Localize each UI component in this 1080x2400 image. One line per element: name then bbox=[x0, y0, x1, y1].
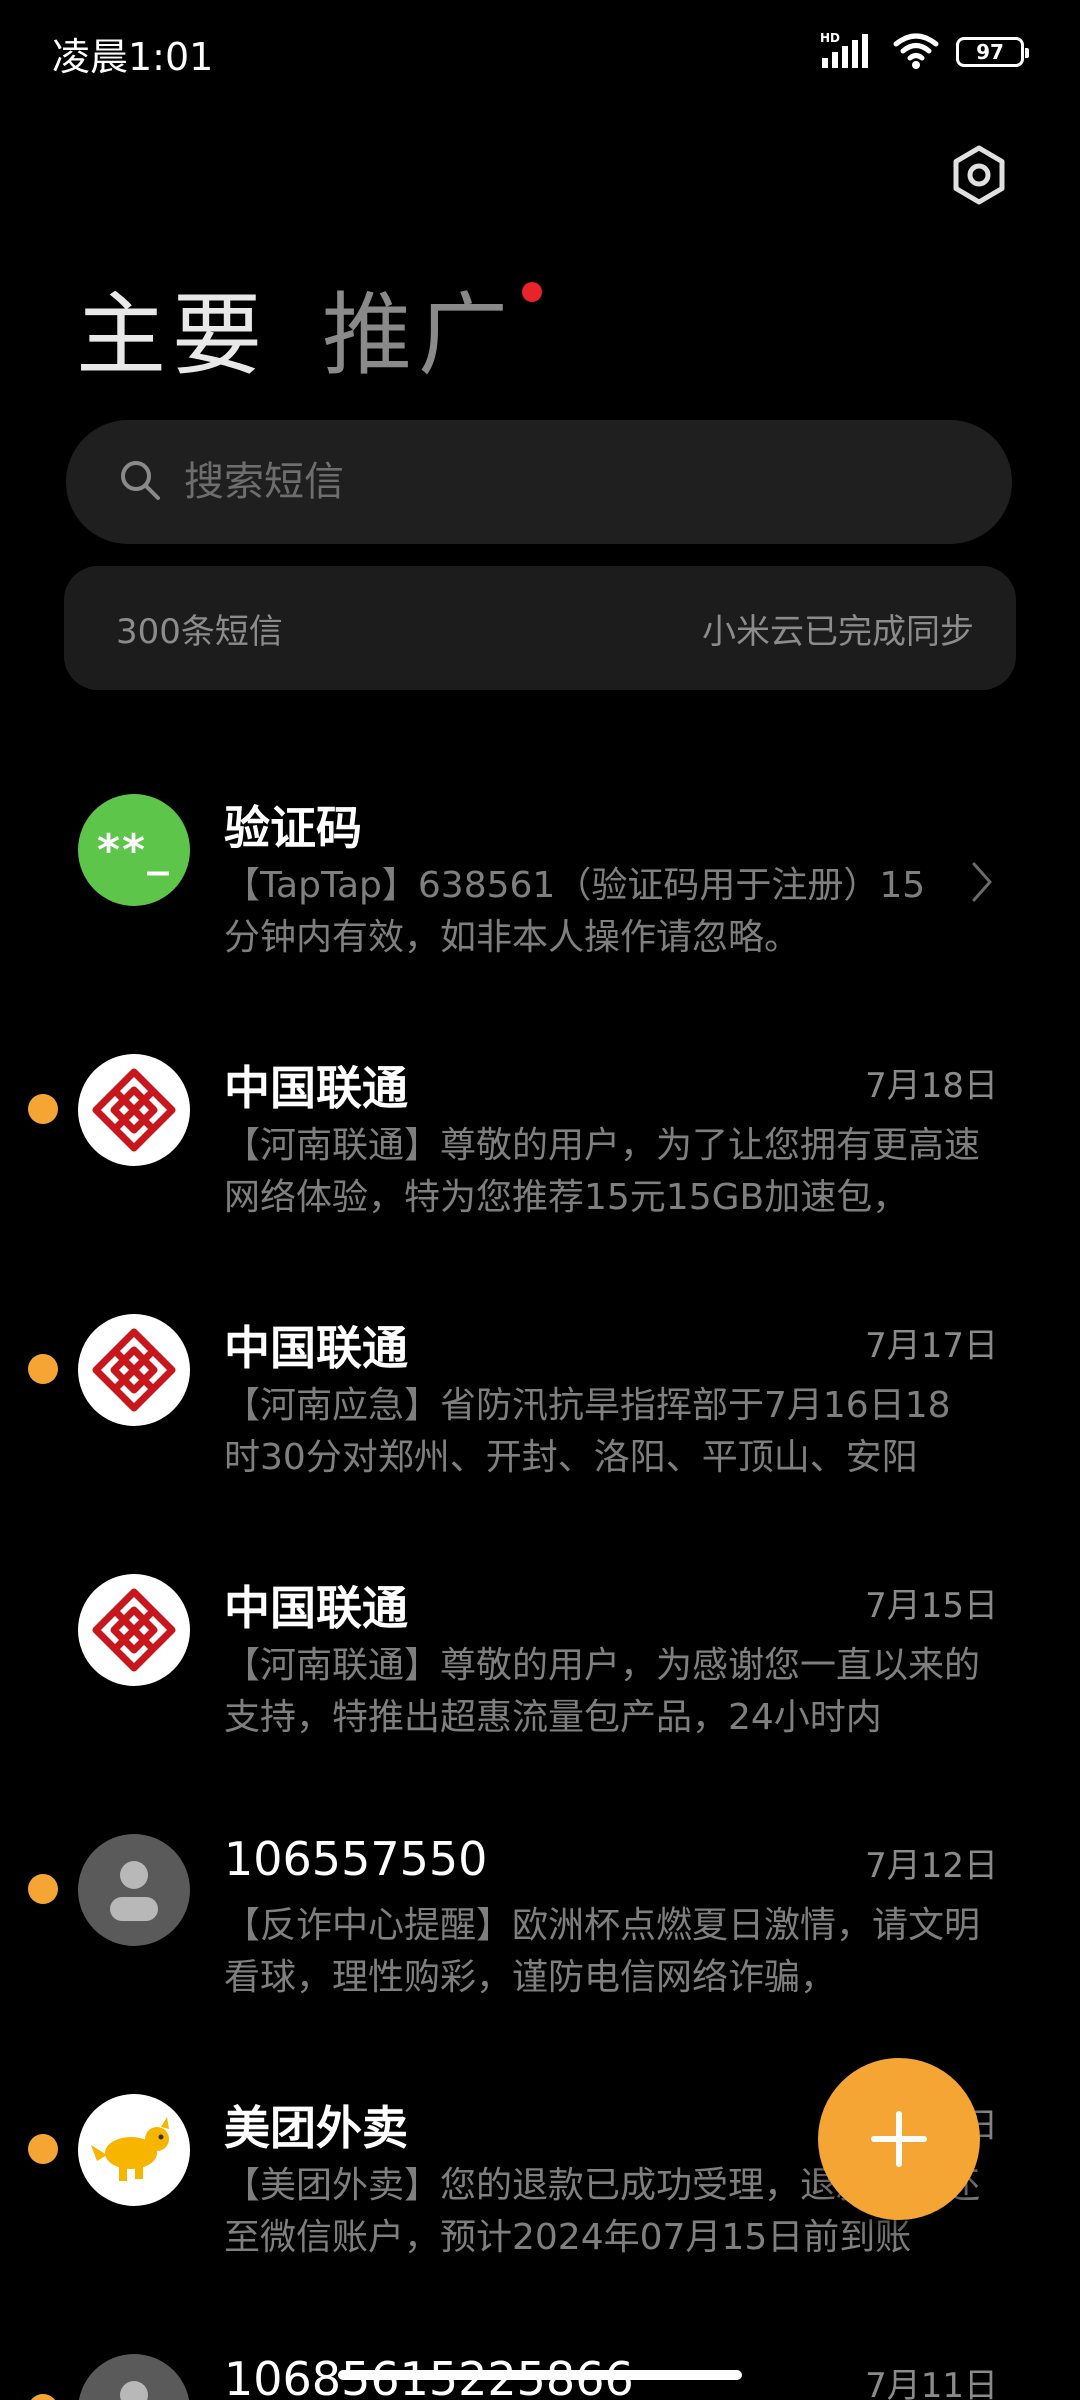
sync-info-card: 300条短信 小米云已完成同步 bbox=[64, 566, 1016, 690]
unread-dot bbox=[28, 1354, 58, 1384]
battery-level: 97 bbox=[976, 40, 1004, 64]
sync-status: 小米云已完成同步 bbox=[702, 611, 974, 652]
sender-name: 中国联通 bbox=[224, 1061, 408, 1115]
home-indicator[interactable] bbox=[338, 2370, 742, 2380]
message-preview: 【河南应急】省防汛抗旱指挥部于7月16日18时30分对郑州、开封、洛阳、平顶山、… bbox=[224, 1385, 951, 1478]
unread-dot bbox=[28, 2394, 58, 2400]
message-date: 7月18日 bbox=[865, 1066, 998, 1106]
message-item[interactable]: 中国联通 7月15日 【河南联通】尊敬的用户，为感谢您一直以来的支持，特推出超惠… bbox=[0, 1540, 1080, 1780]
message-item[interactable]: 10685615225866 7月11日 bbox=[0, 2320, 1080, 2400]
message-count: 300条短信 bbox=[116, 611, 283, 652]
status-time: 凌晨1:01 bbox=[52, 35, 214, 79]
message-preview: 【反诈中心提醒】欧洲杯点燃夏日激情，请文明看球，理性购彩，谨防电信网络诈骗， bbox=[224, 1905, 981, 1998]
plus-icon bbox=[871, 2111, 927, 2167]
verification-code-avatar-text: **_ bbox=[96, 824, 172, 876]
search-icon bbox=[118, 458, 162, 506]
unread-dot bbox=[28, 1094, 58, 1124]
signal-icon: HD bbox=[820, 30, 876, 74]
sender-name: 验证码 bbox=[224, 801, 362, 855]
meituan-kangaroo-logo bbox=[78, 2094, 190, 2206]
new-message-button[interactable] bbox=[818, 2058, 980, 2220]
sender-name: 中国联通 bbox=[224, 1581, 408, 1635]
person-icon bbox=[78, 1834, 190, 1946]
unread-dot bbox=[28, 1874, 58, 1904]
message-date: 7月12日 bbox=[865, 1846, 998, 1886]
status-icons: HD 97 bbox=[820, 30, 1029, 74]
message-date: 7月17日 bbox=[865, 1326, 998, 1366]
tab-bar: 主要 推广 bbox=[76, 262, 542, 392]
message-item[interactable]: 中国联通 7月17日 【河南应急】省防汛抗旱指挥部于7月16日18时30分对郑州… bbox=[0, 1280, 1080, 1520]
sender-name: 美团外卖 bbox=[224, 2101, 408, 2155]
tab-promotions[interactable]: 推广 bbox=[322, 262, 542, 392]
unread-dot bbox=[28, 2134, 58, 2164]
message-preview: 【TapTap】638561（验证码用于注册）15分钟内有效，如非本人操作请忽略… bbox=[224, 865, 926, 958]
china-unicom-logo bbox=[78, 1574, 190, 1686]
battery-icon: 97 bbox=[956, 37, 1029, 67]
verification-code-icon: **_ bbox=[78, 794, 190, 906]
message-date: 7月11日 bbox=[865, 2366, 998, 2400]
message-date: 7月15日 bbox=[865, 1586, 998, 1626]
sender-name: 106557550 bbox=[224, 1832, 488, 1886]
network-label: HD bbox=[820, 31, 840, 45]
message-item[interactable]: 106557550 7月12日 【反诈中心提醒】欧洲杯点燃夏日激情，请文明看球，… bbox=[0, 1800, 1080, 2040]
search-bar[interactable] bbox=[66, 420, 1012, 544]
wifi-icon bbox=[892, 30, 940, 74]
tab-main[interactable]: 主要 bbox=[76, 262, 268, 392]
status-bar: 凌晨1:01 HD 97 bbox=[0, 0, 1080, 100]
china-unicom-logo bbox=[78, 1054, 190, 1166]
message-item[interactable]: **_ 验证码 【TapTap】638561（验证码用于注册）15分钟内有效，如… bbox=[0, 760, 1080, 1000]
search-input[interactable] bbox=[184, 459, 884, 505]
tab-promotions-label: 推广 bbox=[322, 283, 514, 388]
person-icon bbox=[78, 2354, 190, 2400]
unread-badge bbox=[522, 282, 542, 302]
china-unicom-logo bbox=[78, 1314, 190, 1426]
message-item[interactable]: 中国联通 7月18日 【河南联通】尊敬的用户，为了让您拥有更高速网络体验，特为您… bbox=[0, 1020, 1080, 1260]
message-preview: 【河南联通】尊敬的用户，为了让您拥有更高速网络体验，特为您推荐15元15GB加速… bbox=[224, 1125, 981, 1218]
chevron-right-icon bbox=[970, 860, 994, 908]
sender-name: 中国联通 bbox=[224, 1321, 408, 1375]
message-preview: 【河南联通】尊敬的用户，为感谢您一直以来的支持，特推出超惠流量包产品，24小时内 bbox=[224, 1645, 981, 1738]
gear-icon bbox=[953, 145, 1005, 205]
settings-button[interactable] bbox=[944, 140, 1014, 210]
